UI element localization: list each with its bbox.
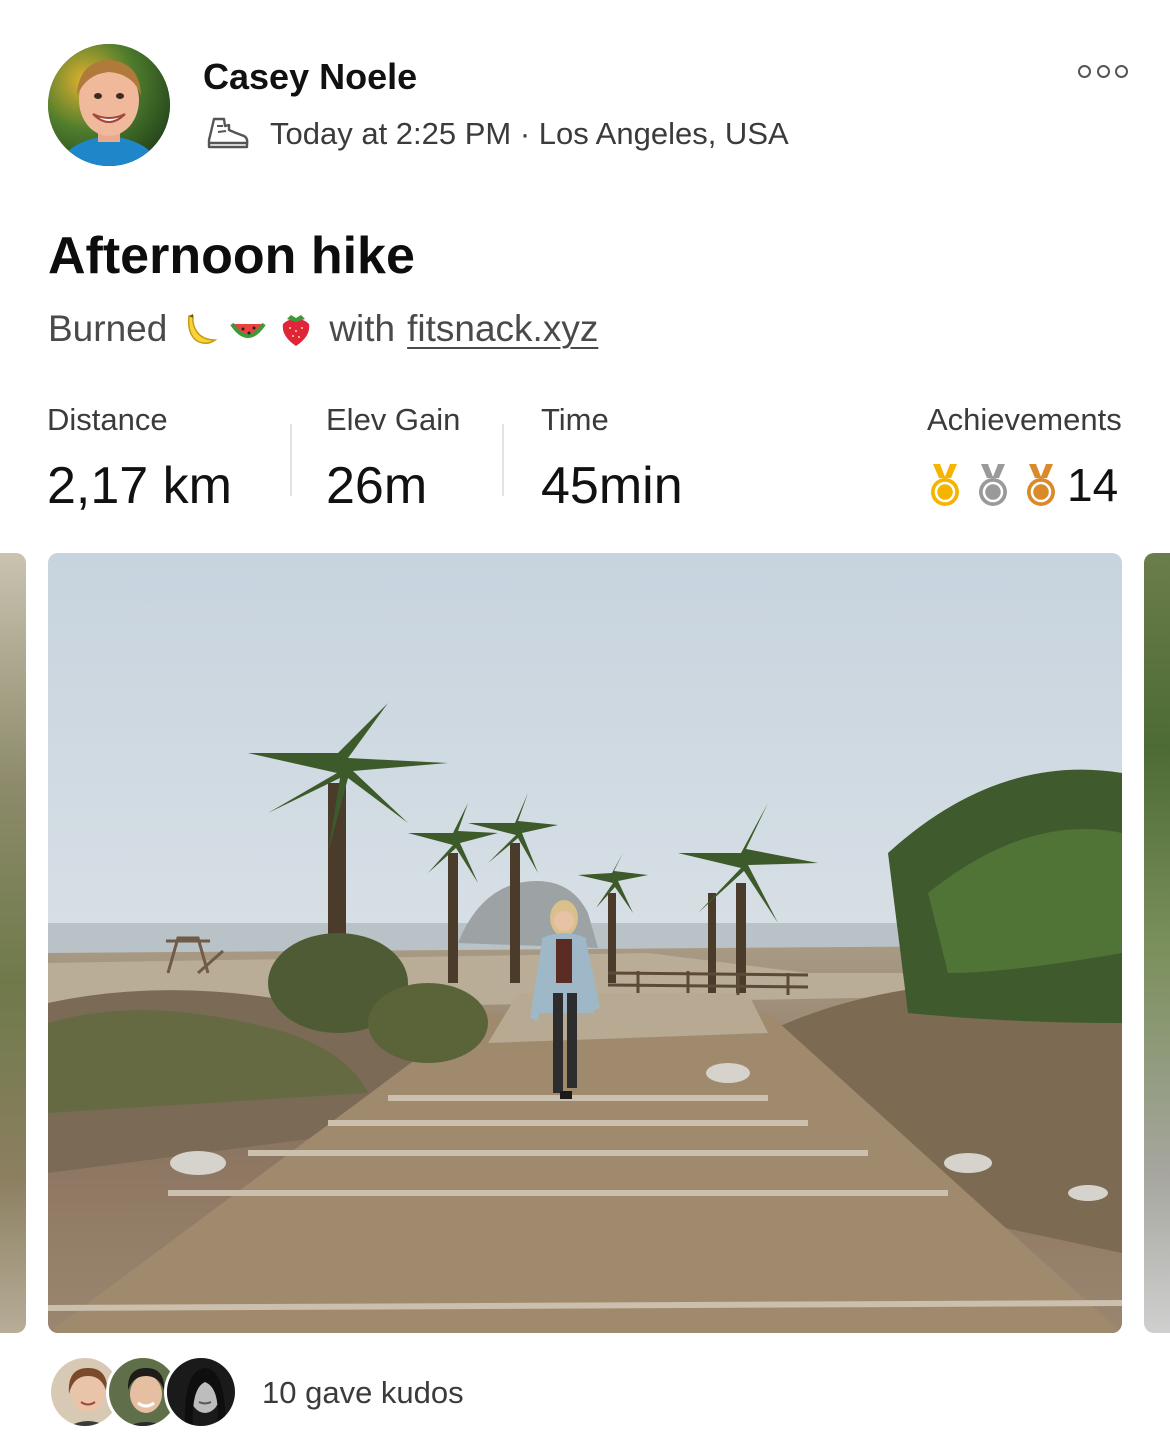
activity-meta: Today at 2:25 PM · Los Angeles, USA (206, 116, 789, 152)
watermelon-icon (230, 322, 266, 338)
activity-stats: Distance 2,17 km Elev Gain 26m Time 45mi… (0, 402, 1170, 522)
hike-photo[interactable]: · (48, 553, 1122, 1333)
kudos-count-text[interactable]: 10 gave kudos (262, 1375, 464, 1411)
stat-label: Elev Gain (326, 402, 461, 437)
kudo-avatars[interactable] (48, 1355, 244, 1431)
previous-photo-peek[interactable] (0, 553, 26, 1333)
gold-medal-icon (931, 463, 959, 506)
achievements-label: Achievements (927, 402, 1122, 437)
stat-value: 26m (326, 457, 428, 515)
more-options-icon[interactable] (1078, 62, 1128, 80)
kudo-avatar-3[interactable] (164, 1355, 238, 1429)
burned-label: Burned (48, 308, 168, 349)
banana-icon (188, 314, 218, 344)
stat-distance: Distance 2,17 km (47, 402, 232, 516)
stat-time: Time 45min (541, 402, 683, 516)
medal-row: 14 (927, 458, 1122, 512)
hiking-shoe-icon (207, 117, 249, 149)
burned-line: Burned with fitsnack.xyz (48, 308, 598, 350)
fitsnack-link[interactable]: fitsnack.xyz (407, 308, 598, 350)
activity-title[interactable]: Afternoon hike (48, 226, 415, 286)
svg-text:·: · (148, 602, 152, 614)
photo-carousel[interactable]: · (0, 553, 1170, 1333)
athlete-name[interactable]: Casey Noele (203, 56, 417, 98)
stat-achievements[interactable]: Achievements 14 (927, 402, 1122, 512)
stat-label: Distance (47, 402, 168, 437)
stat-divider (502, 424, 504, 496)
strawberry-icon (283, 315, 310, 346)
kudos-row[interactable]: 10 gave kudos (48, 1355, 464, 1431)
silver-medal-icon (979, 463, 1007, 506)
achievements-count: 14 (1067, 459, 1119, 511)
activity-time-location: Today at 2:25 PM · Los Angeles, USA (270, 116, 789, 151)
activity-header: Casey Noele Today at 2:25 PM · Los Angel… (48, 44, 1128, 168)
next-photo-peek[interactable] (1144, 553, 1170, 1333)
bronze-medal-icon (1027, 463, 1055, 506)
burned-with-label: with (329, 308, 396, 349)
stat-label: Time (541, 402, 609, 437)
stat-value: 45min (541, 457, 683, 515)
stat-elev-gain: Elev Gain 26m (326, 402, 460, 516)
stat-value: 2,17 km (47, 457, 232, 515)
stat-divider (290, 424, 292, 496)
athlete-avatar[interactable] (48, 44, 170, 166)
